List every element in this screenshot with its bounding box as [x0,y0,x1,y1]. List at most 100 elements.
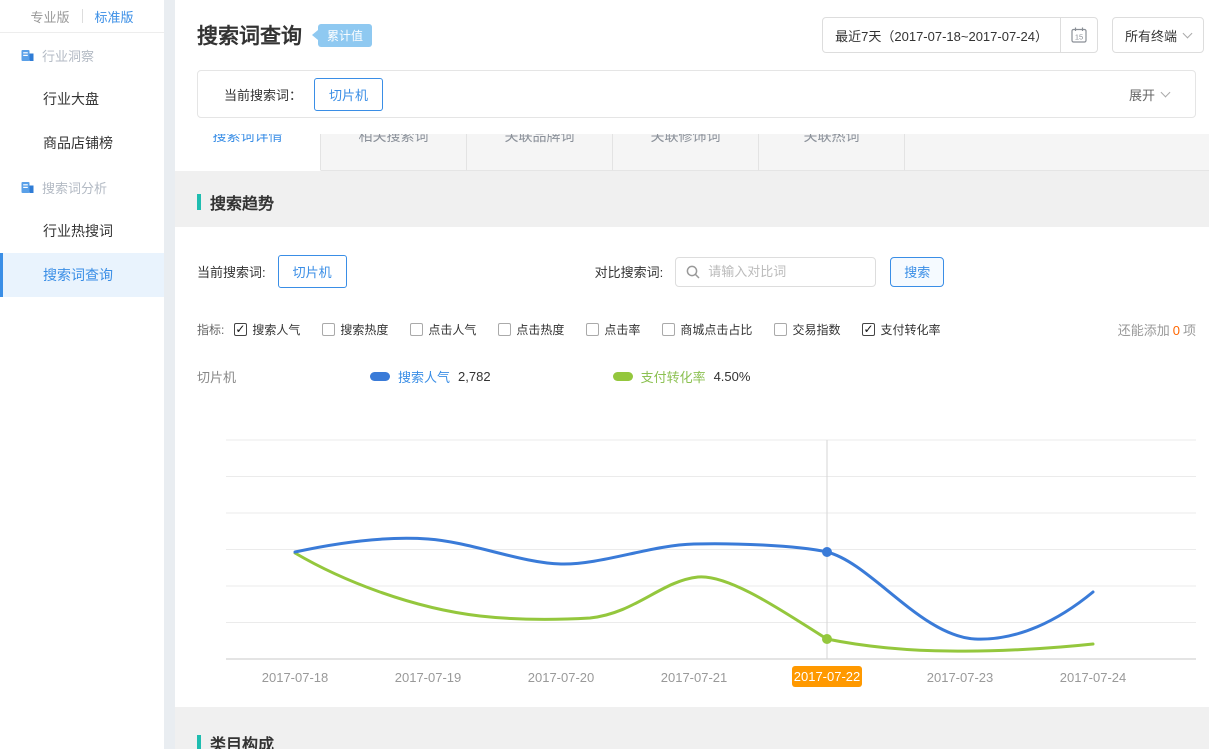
checkbox-icon [662,323,675,336]
tab-bar-filler [905,134,1209,171]
x-tick: 2017-07-19 [395,670,462,685]
current-term-bar: 当前搜索词： 切片机 展开 [197,70,1196,118]
x-tick: 2017-07-24 [1060,670,1127,685]
metric-label: 点击率 [604,321,640,338]
metrics-label: 指标: [197,321,224,338]
sidebar-section-label: 搜索词分析 [42,178,107,197]
metric-label: 点击人气 [428,321,476,338]
x-tick: 2017-07-18 [262,670,329,685]
metric-checkbox-click-heat[interactable]: 点击热度 [498,321,564,338]
series-pay-conversion-line [295,553,1093,651]
sidebar-section-search-analysis: 搜索词分析 [0,165,164,209]
metric-label: 搜索人气 [252,321,300,338]
legend-swatch-icon [613,372,633,381]
remaining-quota-text: 还能添加0项 [1118,320,1196,339]
tab-related-brand-words[interactable]: 关联品牌词 [467,134,613,171]
checkbox-icon [234,323,247,336]
expand-toggle[interactable]: 展开 [1129,85,1169,104]
x-tick: 2017-07-23 [927,670,994,685]
remaining-count: 0 [1170,323,1183,338]
tab-related-hot-words[interactable]: 关联热词 [759,134,905,171]
trend-current-term-button[interactable]: 切片机 [278,255,347,288]
sidebar-gutter [164,0,175,749]
checkbox-icon [498,323,511,336]
tab-related-modifier-words[interactable]: 关联修饰词 [613,134,759,171]
sidebar-item-search-word-query[interactable]: 搜索词查询 [0,253,164,297]
category-section-header: 类目构成 [175,707,1209,749]
detail-tab-bar: 搜索词详情 相关搜索词 关联品牌词 关联修饰词 关联热词 [175,134,1209,171]
svg-text:15: 15 [1075,33,1083,42]
terminal-filter-dropdown[interactable]: 所有终端 [1112,17,1204,53]
section-accent-bar [197,194,201,210]
sidebar-item-hot-search-words[interactable]: 行业热搜词 [0,209,164,253]
page-title: 搜索词查询 [197,20,302,50]
line-chart-svg: 2017-07-18 2017-07-19 2017-07-20 2017-07… [226,432,1196,694]
tab-standard-version[interactable]: 标准版 [83,7,146,26]
trend-query-row: 当前搜索词: 切片机 对比搜索词: 搜索 [197,255,1196,288]
series-search-popularity-line [295,538,1093,639]
tab-pro-version[interactable]: 专业版 [18,7,81,26]
metric-checkbox-search-heat[interactable]: 搜索热度 [322,321,388,338]
metric-checkbox-mall-click-share[interactable]: 商城点击占比 [662,321,752,338]
report-icon [20,180,35,195]
legend-value: 2,782 [458,369,491,384]
tab-search-word-detail[interactable]: 搜索词详情 [175,134,321,171]
sidebar-section-industry: 行业洞察 [0,33,164,77]
page-content: 搜索趋势 当前搜索词: 切片机 对比搜索词: 搜索 [175,171,1209,749]
legend-name: 支付转化率 [641,367,706,386]
report-icon [20,48,35,63]
calendar-icon[interactable]: 15 [1061,18,1097,52]
search-icon [685,264,701,285]
checkbox-icon [410,323,423,336]
checkbox-icon [586,323,599,336]
sidebar-section-label: 行业洞察 [42,46,94,65]
metric-checkbox-click-rate[interactable]: 点击率 [586,321,640,338]
metric-label: 交易指数 [792,321,840,338]
sidebar-version-tabs: 专业版 标准版 [0,0,164,33]
search-button[interactable]: 搜索 [890,257,944,287]
sidebar-item-industry-market[interactable]: 行业大盘 [0,77,164,121]
category-section-title: 类目构成 [210,731,274,749]
x-tick-selected: 2017-07-22 [794,669,861,684]
legend-value: 4.50% [714,369,751,384]
trend-section-title: 搜索趋势 [210,190,274,214]
sidebar: 专业版 标准版 行业洞察 行业大盘 商品店铺榜 搜索词分析 行业热搜词 搜索词查… [0,0,164,749]
app-window: 专业版 标准版 行业洞察 行业大盘 商品店铺榜 搜索词分析 行业热搜词 搜索词查… [0,0,1209,749]
metric-checkbox-click-popularity[interactable]: 点击人气 [410,321,476,338]
metric-label: 商城点击占比 [680,321,752,338]
selected-point-pay-conversion [822,634,832,644]
legend-item-pay-conversion[interactable]: 支付转化率 4.50% [613,367,751,386]
compare-term-input[interactable] [675,257,876,287]
trend-current-term-label: 当前搜索词: [197,262,266,281]
selected-point-search-popularity [822,547,832,557]
checkbox-icon [862,323,875,336]
x-tick: 2017-07-20 [528,670,595,685]
page-header: 搜索词查询 累计值 最近7天（2017-07-18~2017-07-24） 15 [175,0,1209,171]
metric-label: 支付转化率 [880,321,940,338]
legend-name: 搜索人气 [398,367,450,386]
chevron-down-icon [1161,87,1171,97]
date-range-text: 最近7天（2017-07-18~2017-07-24） [823,26,1060,45]
trend-card: 当前搜索词: 切片机 对比搜索词: 搜索 指标: [175,227,1209,707]
trend-section-header: 搜索趋势 [175,171,1209,227]
tab-related-search-words[interactable]: 相关搜索词 [321,134,467,171]
metrics-row: 指标: 搜索人气 搜索热度 点击人气 点击热度 点击率 商城点击占比 交易指数 … [197,320,1196,339]
compare-term-label: 对比搜索词: [595,262,664,281]
trend-chart[interactable]: 2017-07-18 2017-07-19 2017-07-20 2017-07… [226,432,1196,699]
current-term-label: 当前搜索词： [224,85,302,104]
checkbox-icon [322,323,335,336]
terminal-filter-label: 所有终端 [1125,26,1177,45]
legend-item-search-popularity[interactable]: 搜索人气 2,782 [370,367,491,386]
date-range-picker[interactable]: 最近7天（2017-07-18~2017-07-24） 15 [822,17,1098,53]
metric-checkbox-search-popularity[interactable]: 搜索人气 [234,321,300,338]
metric-checkbox-pay-conversion[interactable]: 支付转化率 [862,321,940,338]
current-term-button[interactable]: 切片机 [314,78,383,111]
main-area: 搜索词查询 累计值 最近7天（2017-07-18~2017-07-24） 15 [175,0,1209,749]
metric-checkbox-trade-index[interactable]: 交易指数 [774,321,840,338]
expand-label: 展开 [1129,85,1155,104]
sidebar-item-product-shop-rank[interactable]: 商品店铺榜 [0,121,164,165]
section-accent-bar [197,735,201,749]
cumulative-badge: 累计值 [318,24,372,47]
legend-swatch-icon [370,372,390,381]
x-tick: 2017-07-21 [661,670,728,685]
